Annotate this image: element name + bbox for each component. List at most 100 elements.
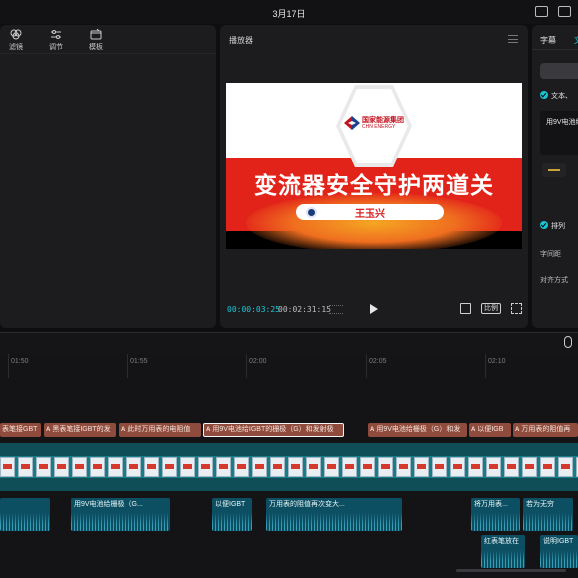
video-thumbnail [360, 457, 375, 477]
arrange-checkbox[interactable] [540, 221, 548, 229]
video-thumbnail [90, 457, 105, 477]
fit-view-icon[interactable] [460, 303, 471, 314]
template-icon [90, 29, 102, 40]
subtitle-clip[interactable]: A 万用表的阻值再 [513, 423, 578, 437]
audio-clip-label: 若为无穷 [526, 501, 554, 508]
tool-filter-label: 滤镜 [9, 44, 23, 51]
chn-energy-logo-icon [344, 116, 360, 130]
play-button[interactable] [370, 304, 378, 314]
text-badge-icon: A [206, 427, 211, 433]
text-section-checkbox[interactable] [540, 91, 548, 99]
subtitle-clip-text: 表笔接GBT [2, 426, 38, 433]
video-thumbnail [540, 457, 555, 477]
ruler-tick [485, 354, 486, 378]
audio-clip[interactable]: 万用表的阻值再次变大... [266, 498, 402, 531]
video-thumbnail [468, 457, 483, 477]
video-thumbnail [522, 457, 537, 477]
waveform-shade [471, 513, 520, 531]
audio-clip[interactable]: 若为无穷 [523, 498, 573, 531]
layout-icon[interactable] [558, 6, 571, 17]
title-date: 3月17日 [272, 9, 306, 19]
ruler-tick [127, 354, 128, 378]
text-badge-icon: A [515, 427, 520, 433]
char-spacing-label: 字间距 [540, 251, 561, 258]
tab-subtitles[interactable]: 字幕 [540, 35, 556, 46]
audio-clip[interactable]: 将万用表... [471, 498, 520, 531]
total-time: 00:02:31:15 [278, 305, 331, 314]
microphone-icon[interactable] [564, 336, 572, 348]
ruler-tick [246, 354, 247, 378]
video-preview[interactable]: 国家能源集团 CHN ENERGY 变流器安全守护两道关 王玉兴 [226, 83, 522, 249]
video-thumbnail [558, 457, 573, 477]
video-thumbnail [396, 457, 411, 477]
audio-clip[interactable]: 红表笔放在 [481, 535, 525, 568]
text-section-label: 文本、 [551, 93, 572, 100]
audio-clip-label: 万用表的阻值再次变大... [269, 501, 345, 508]
player-panel: 播放器 国家能源集团 CHN ENERGY 变流器安全守护两道关 王玉兴 00:… [220, 25, 528, 328]
audio-clip[interactable]: 以便IGBT [212, 498, 252, 531]
subtitle-clip[interactable]: A 用9V电池给栅极（G）和发 [368, 423, 467, 437]
arrange-label: 排列 [551, 223, 565, 230]
subtitle-clip-text: 以便IGB [477, 426, 504, 433]
waveform-shade [266, 513, 402, 531]
video-thumbnail [252, 457, 267, 477]
audio-clip-label: 说明IGBT [543, 538, 574, 545]
video-thumbnail [126, 457, 141, 477]
subtitle-clip[interactable]: 表笔接GBT [0, 423, 41, 437]
ruler-label: 01:55 [130, 358, 148, 365]
audio-clip-label: 将万用表... [474, 501, 508, 508]
align-label: 对齐方式 [540, 277, 568, 284]
sliders-icon [51, 30, 61, 39]
subtitle-clip[interactable]: A 黑表笔接IGBT的发 [44, 423, 116, 437]
audio-clip[interactable]: 说明IGBT [540, 535, 578, 568]
tool-template-label: 模板 [89, 44, 103, 51]
ratio-button[interactable]: 比例 [481, 303, 501, 314]
audio-clip[interactable]: 用9V电池给栅极（G... [71, 498, 170, 531]
video-thumbnail [108, 457, 123, 477]
timeline-grid-icon[interactable] [329, 305, 343, 314]
subtitle-clip-text: 黑表笔接IGBT的发 [52, 426, 111, 433]
video-thumbnail [450, 457, 465, 477]
tab-divider [532, 49, 578, 50]
subtitle-clip-text: 用9V电池给IGBT的栅极（G）和发射极 [212, 426, 334, 433]
audio-clip-label: 以便IGBT [215, 501, 246, 508]
subtitle-text-box[interactable]: 用9V电池给 [540, 111, 578, 155]
video-thumbnail [162, 457, 177, 477]
subtitle-clip-selected[interactable]: A 用9V电池给IGBT的栅极（G）和发射极 [203, 423, 344, 437]
ruler-label: 01:50 [11, 358, 29, 365]
preset-input[interactable] [540, 63, 578, 79]
ruler-label: 02:10 [488, 358, 506, 365]
audio-clip[interactable] [0, 498, 50, 531]
tab-text[interactable]: 文 [574, 35, 578, 46]
divider [0, 53, 216, 54]
video-thumbnail [288, 457, 303, 477]
fullscreen-icon[interactable] [511, 303, 522, 314]
subtitle-clip-text: 用9V电池给栅极（G）和发 [376, 426, 461, 433]
video-thumbnail [144, 457, 159, 477]
waveform-shade [71, 513, 170, 531]
ruler-tick [8, 354, 9, 378]
video-headline: 变流器安全守护两道关 [254, 173, 494, 199]
tool-adjust[interactable]: 调节 [41, 29, 71, 52]
left-panel: 滤镜 调节 模板 [0, 25, 216, 328]
subtitle-clip[interactable]: A 此时万用表的电阻值 [119, 423, 201, 437]
player-title: 播放器 [229, 36, 253, 45]
presenter-name: 王玉兴 [355, 209, 385, 220]
style-preset-swatch[interactable] [542, 163, 566, 177]
video-thumbnail [324, 457, 339, 477]
timeline-scrollbar[interactable] [456, 569, 566, 572]
menu-icon[interactable] [508, 35, 518, 43]
waveform-shade [212, 513, 252, 531]
title-bar: 3月17日 [0, 0, 578, 24]
subtitle-clip[interactable]: A 以便IGB [469, 423, 511, 437]
subtitle-clip-text: 万用表的阻值再 [521, 426, 571, 433]
tool-template[interactable]: 模板 [81, 29, 111, 52]
text-badge-icon: A [46, 427, 51, 433]
tool-filter[interactable]: 滤镜 [1, 29, 31, 52]
ruler-label: 02:05 [369, 358, 387, 365]
video-thumbnail [18, 457, 33, 477]
keyboard-icon[interactable] [535, 6, 548, 17]
properties-panel: 字幕 文 文本、 用9V电池给 排列 字间距 对齐方式 [532, 25, 578, 328]
timeline-ruler[interactable]: 01:50 01:55 02:00 02:05 02:10 [0, 354, 578, 378]
tool-adjust-label: 调节 [49, 44, 63, 51]
